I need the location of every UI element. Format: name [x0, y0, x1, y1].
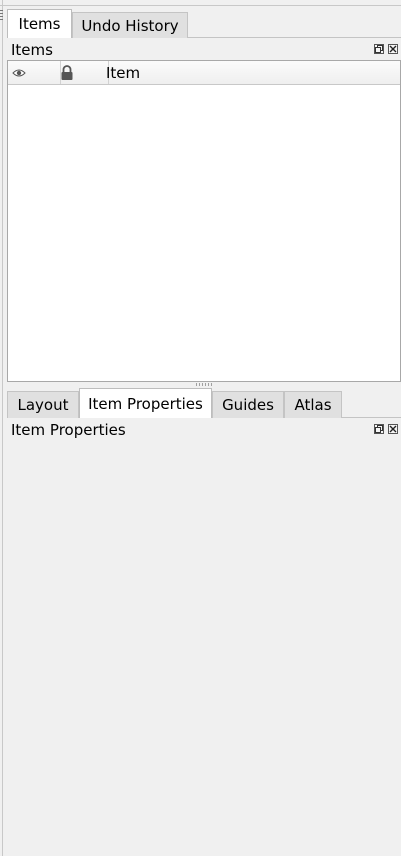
tab-item-properties-label: Item Properties	[88, 394, 203, 413]
column-visibility[interactable]	[8, 61, 61, 84]
close-icon[interactable]	[388, 424, 398, 434]
item-properties-content	[3, 442, 401, 856]
column-item[interactable]: Item	[104, 61, 400, 84]
eye-icon	[12, 69, 26, 76]
tab-guides[interactable]: Guides	[212, 391, 284, 418]
top-divider	[0, 5, 401, 6]
float-window-icon[interactable]	[374, 424, 384, 434]
tab-undo-history-label: Undo History	[81, 16, 179, 35]
float-window-glyph	[375, 425, 383, 433]
tab-undo-history[interactable]: Undo History	[72, 12, 188, 38]
tab-layout-label: Layout	[17, 396, 69, 414]
close-glyph	[389, 45, 397, 53]
float-window-glyph	[375, 45, 383, 53]
panel-splitter-handle[interactable]	[196, 383, 212, 386]
tab-item-properties[interactable]: Item Properties	[79, 388, 212, 418]
tab-layout[interactable]: Layout	[7, 391, 79, 418]
items-dock-title: Items	[11, 41, 53, 59]
tab-items-label: Items	[18, 15, 61, 33]
tab-atlas[interactable]: Atlas	[284, 391, 342, 418]
column-lock[interactable]	[56, 61, 109, 84]
column-item-label: Item	[106, 63, 141, 82]
tab-atlas-label: Atlas	[294, 396, 332, 414]
close-glyph	[389, 425, 397, 433]
float-window-icon[interactable]	[374, 44, 384, 54]
dock-grip[interactable]	[0, 10, 3, 22]
item-properties-dock-title: Item Properties	[11, 421, 126, 439]
items-table-header: Item	[8, 61, 400, 85]
tab-items[interactable]: Items	[7, 9, 72, 38]
lock-icon	[61, 64, 73, 80]
items-table[interactable]: Item	[7, 60, 401, 382]
close-icon[interactable]	[388, 44, 398, 54]
tab-guides-label: Guides	[222, 396, 274, 414]
